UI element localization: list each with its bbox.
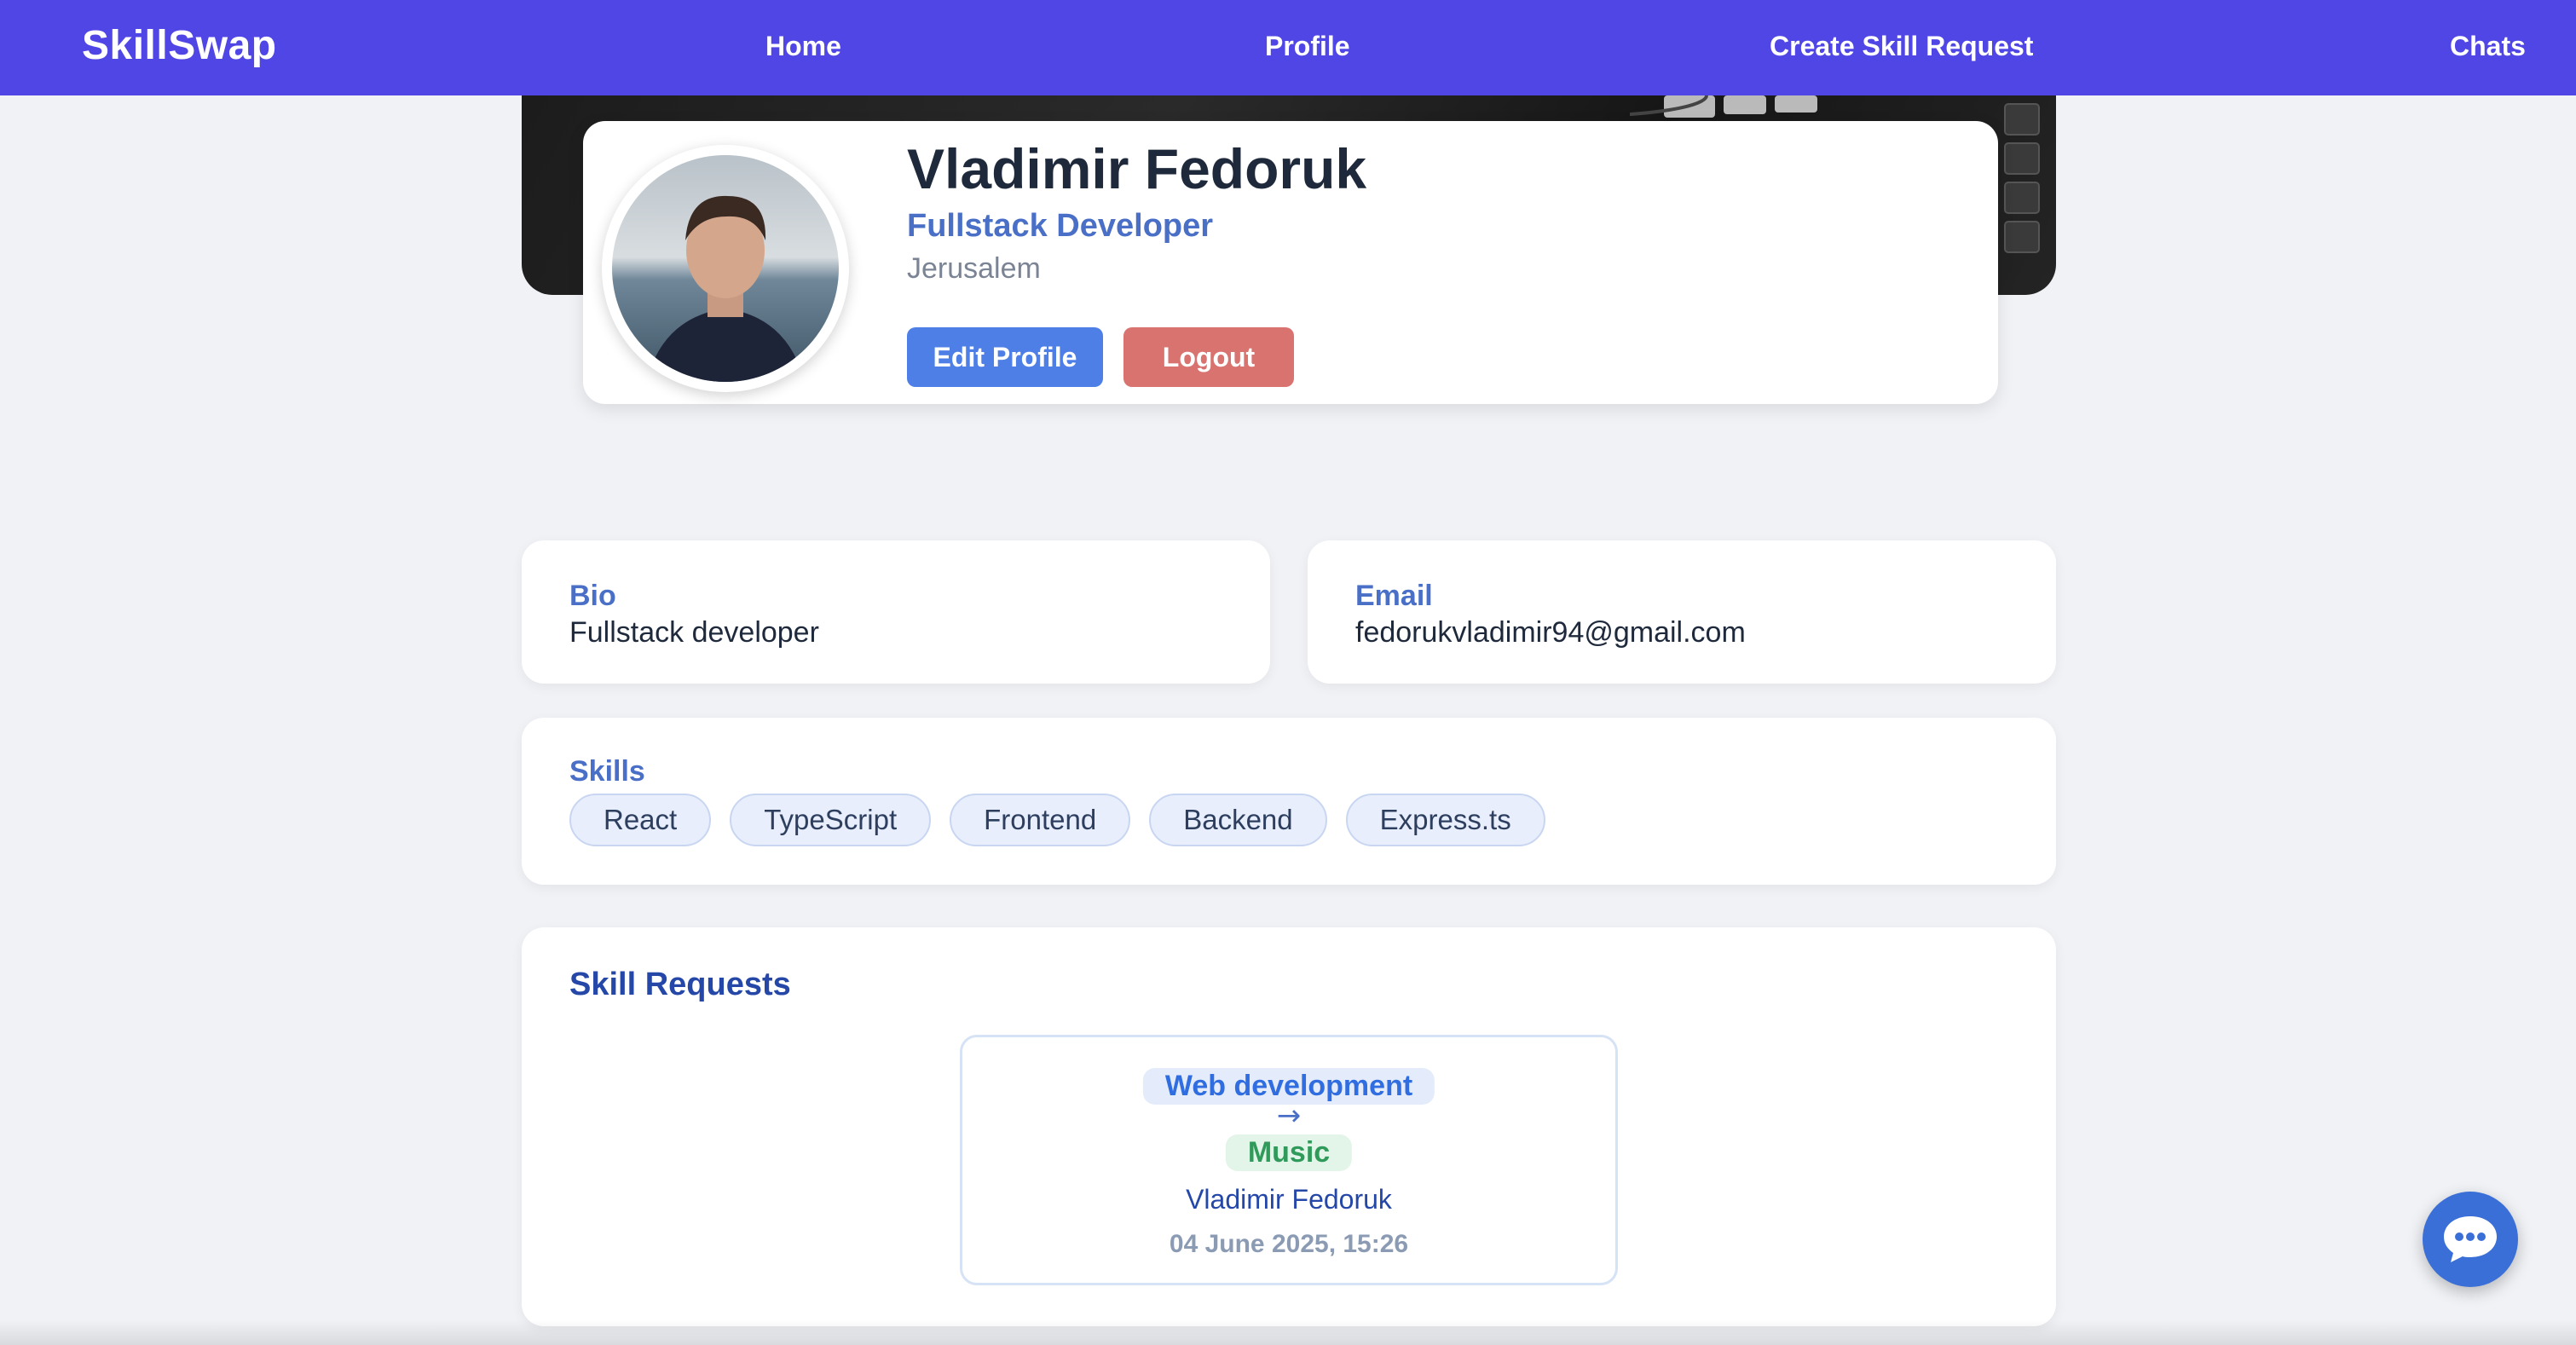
nav-link-create-skill-request[interactable]: Create Skill Request bbox=[1770, 31, 2033, 62]
nav-link-chats[interactable]: Chats bbox=[2450, 31, 2526, 62]
bio-value: Fullstack developer bbox=[569, 616, 819, 649]
email-value: fedorukvladimir94@gmail.com bbox=[1355, 616, 1746, 649]
skill-requests-card: Skill Requests Web development → Music V… bbox=[522, 927, 2056, 1326]
avatar bbox=[602, 145, 849, 392]
nav-link-home[interactable]: Home bbox=[765, 31, 841, 62]
brand-logo[interactable]: SkillSwap bbox=[82, 22, 277, 69]
skill-chip: Backend bbox=[1149, 794, 1327, 846]
skills-card: Skills React TypeScript Frontend Backend… bbox=[522, 718, 2056, 885]
bio-card: Bio Fullstack developer bbox=[522, 540, 1270, 684]
skill-chip: React bbox=[569, 794, 712, 846]
email-label: Email bbox=[1355, 580, 1433, 612]
request-user-name: Vladimir Fedoruk bbox=[1186, 1184, 1392, 1215]
skill-request-item[interactable]: Web development → Music Vladimir Fedoruk… bbox=[960, 1035, 1618, 1285]
logout-button[interactable]: Logout bbox=[1123, 327, 1294, 387]
profile-name: Vladimir Fedoruk bbox=[907, 137, 1367, 200]
skills-chip-list: React TypeScript Frontend Backend Expres… bbox=[569, 794, 2008, 846]
profile-location: Jerusalem bbox=[907, 252, 1041, 285]
edit-profile-button[interactable]: Edit Profile bbox=[907, 327, 1103, 387]
chat-bubble-icon bbox=[2444, 1216, 2497, 1262]
skill-requests-title: Skill Requests bbox=[569, 967, 791, 1002]
top-navbar: SkillSwap Home Profile Create Skill Requ… bbox=[0, 0, 2576, 95]
skill-chip: TypeScript bbox=[730, 794, 932, 846]
avatar-photo bbox=[612, 155, 839, 382]
bottom-edge-shadow bbox=[0, 1319, 2576, 1345]
skills-label: Skills bbox=[569, 755, 645, 788]
skill-chip: Express.ts bbox=[1345, 794, 1545, 846]
bio-label: Bio bbox=[569, 580, 616, 612]
skill-chip: Frontend bbox=[950, 794, 1131, 846]
request-date: 04 June 2025, 15:26 bbox=[1169, 1230, 1409, 1258]
profile-header-card: Vladimir Fedoruk Fullstack Developer Jer… bbox=[583, 121, 1998, 404]
profile-role: Fullstack Developer bbox=[907, 208, 1214, 244]
request-wanted-skill-tag: Music bbox=[1225, 1134, 1353, 1171]
chat-fab-button[interactable] bbox=[2423, 1192, 2518, 1287]
email-card: Email fedorukvladimir94@gmail.com bbox=[1308, 540, 2056, 684]
nav-link-profile[interactable]: Profile bbox=[1265, 31, 1350, 62]
arrow-right-icon: → bbox=[1276, 1099, 1302, 1133]
